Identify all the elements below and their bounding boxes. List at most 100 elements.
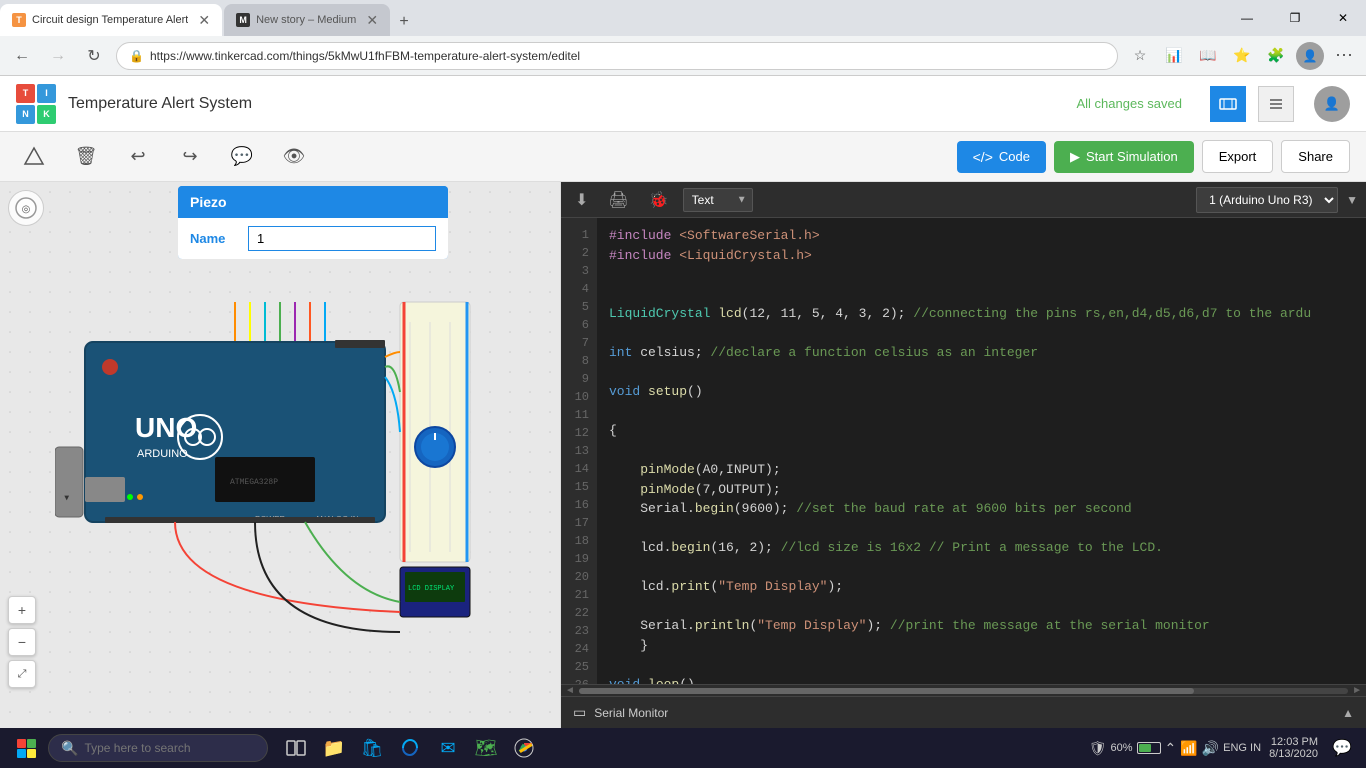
- close-button[interactable]: ✕: [1320, 2, 1366, 34]
- code-label: Code: [999, 149, 1030, 164]
- store-icon[interactable]: 🛍: [356, 732, 388, 764]
- serial-expand-icon[interactable]: ▲: [1342, 706, 1354, 720]
- export-label: Export: [1219, 149, 1257, 164]
- taskbar-search-input[interactable]: [84, 741, 255, 755]
- code-line-17: lcd.begin(16, 2); //lcd size is 16x2 // …: [609, 538, 1354, 558]
- notes-button[interactable]: 💬: [224, 139, 260, 175]
- compass-button[interactable]: ◎: [8, 190, 44, 226]
- code-hscrollbar[interactable]: ◄ ►: [561, 684, 1366, 696]
- media-icon[interactable]: 📊: [1160, 42, 1188, 70]
- chevron-up-icon[interactable]: ⌃: [1165, 740, 1177, 757]
- address-bar[interactable]: 🔒 https://www.tinkercad.com/things/5kMwU…: [116, 42, 1118, 70]
- notification-button[interactable]: 💬: [1326, 732, 1358, 764]
- start-button[interactable]: [8, 730, 44, 766]
- redo-button[interactable]: ↪: [172, 139, 208, 175]
- tab-medium[interactable]: M New story – Medium ✕: [224, 4, 390, 36]
- chrome-icon[interactable]: [508, 732, 540, 764]
- taskbar-search[interactable]: 🔍: [48, 734, 268, 762]
- bookmark-icon[interactable]: ☆: [1126, 42, 1154, 70]
- mail-icon[interactable]: ✉: [432, 732, 464, 764]
- circuit-view-button[interactable]: [1210, 86, 1246, 122]
- new-tab-button[interactable]: +: [390, 8, 418, 36]
- browser-chrome: T Circuit design Temperature Alert ✕ M N…: [0, 0, 1366, 36]
- debug-button[interactable]: 🐞: [643, 188, 675, 212]
- code-content[interactable]: #include <SoftwareSerial.h>#include <Liq…: [597, 218, 1366, 684]
- device-select[interactable]: 1 (Arduino Uno R3): [1196, 187, 1338, 213]
- maximize-button[interactable]: ❐: [1272, 2, 1318, 34]
- code-panel: ⬇ 🖨 🐞 Text Blocks 1 (Arduino Uno R3) ▼ 1…: [560, 182, 1366, 728]
- download-code-button[interactable]: ⬇: [569, 188, 594, 212]
- svg-text:ATMEGA328P: ATMEGA328P: [230, 478, 278, 487]
- zoom-in-button[interactable]: +: [8, 596, 36, 624]
- code-line-16: [609, 519, 1354, 539]
- edge-icon[interactable]: [394, 732, 426, 764]
- wifi-icon[interactable]: 📶: [1180, 740, 1197, 757]
- zoom-out-button[interactable]: −: [8, 628, 36, 656]
- share-button[interactable]: Share: [1281, 140, 1350, 173]
- tab-medium-close[interactable]: ✕: [366, 12, 378, 29]
- line-num-13: 13: [561, 442, 597, 460]
- code-toolbar: ⬇ 🖨 🐞 Text Blocks 1 (Arduino Uno R3) ▼: [561, 182, 1366, 218]
- code-line-18: [609, 558, 1354, 578]
- profile-button[interactable]: 👤: [1296, 42, 1324, 70]
- user-avatar[interactable]: 👤: [1314, 86, 1350, 122]
- code-line-10: [609, 402, 1354, 422]
- code-editor[interactable]: 1 2 3 4 5 6 7 8 9 10 11 12 13 14 15 16 1…: [561, 218, 1366, 684]
- code-line-13: pinMode(A0,INPUT);: [609, 460, 1354, 480]
- undo-button[interactable]: ↩: [120, 139, 156, 175]
- line-num-25: 25: [561, 658, 597, 676]
- line-num-26: 26: [561, 676, 597, 684]
- reload-button[interactable]: ↻: [80, 42, 108, 70]
- settings-icon[interactable]: ⋯: [1330, 42, 1358, 70]
- start-simulation-button[interactable]: ▶ Start Simulation: [1054, 141, 1194, 173]
- extensions-icon[interactable]: 🧩: [1262, 42, 1290, 70]
- app-title: Temperature Alert System: [68, 95, 1064, 113]
- code-button[interactable]: </> Code: [957, 141, 1046, 173]
- view-controls: + − ⤢: [8, 596, 36, 688]
- forward-button[interactable]: →: [44, 42, 72, 70]
- code-line-14: pinMode(7,OUTPUT);: [609, 480, 1354, 500]
- code-mode-dropdown[interactable]: Text Blocks: [683, 188, 753, 212]
- view-button[interactable]: 👁: [276, 139, 312, 175]
- scroll-left-arrow[interactable]: ◄: [565, 685, 575, 696]
- shapes-button[interactable]: [16, 139, 52, 175]
- tab-tinkercad[interactable]: T Circuit design Temperature Alert ✕: [0, 4, 222, 36]
- line-num-7: 7: [561, 334, 597, 352]
- task-view-button[interactable]: [280, 732, 312, 764]
- hscroll-thumb[interactable]: [579, 688, 1194, 694]
- tinkercad-logo: T I N K: [16, 84, 56, 124]
- list-view-button[interactable]: [1258, 86, 1294, 122]
- export-button[interactable]: Export: [1202, 140, 1274, 173]
- piezo-title: Piezo: [178, 186, 448, 218]
- shield-icon[interactable]: 🛡: [1089, 740, 1107, 757]
- device-dropdown-icon: ▼: [1346, 193, 1358, 207]
- scroll-right-arrow[interactable]: ►: [1352, 685, 1362, 696]
- piezo-name-input[interactable]: [248, 226, 436, 251]
- back-button[interactable]: ←: [8, 42, 36, 70]
- battery-pct: 60%: [1111, 742, 1133, 754]
- window-controls: — ❐ ✕: [1224, 2, 1366, 34]
- share-label: Share: [1298, 149, 1333, 164]
- line-num-23: 23: [561, 622, 597, 640]
- minimize-button[interactable]: —: [1224, 2, 1270, 34]
- delete-button[interactable]: 🗑: [68, 139, 104, 175]
- taskbar-time[interactable]: 12:03 PM 8/13/2020: [1269, 736, 1318, 760]
- immersive-reader-icon[interactable]: 📖: [1194, 42, 1222, 70]
- file-explorer-icon[interactable]: 📁: [318, 732, 350, 764]
- fit-button[interactable]: ⤢: [8, 660, 36, 688]
- print-code-button[interactable]: 🖨: [602, 188, 634, 212]
- maps-icon[interactable]: 🗺: [470, 732, 502, 764]
- code-line-7: int celsius; //declare a function celsiu…: [609, 343, 1354, 363]
- canvas-area[interactable]: Piezo Name: [0, 182, 560, 728]
- line-numbers: 1 2 3 4 5 6 7 8 9 10 11 12 13 14 15 16 1…: [561, 218, 597, 684]
- line-num-22: 22: [561, 604, 597, 622]
- taskbar-search-icon: 🔍: [61, 740, 78, 757]
- taskbar: 🔍 📁 🛍 ✉ 🗺 🛡 60% ⌃ 📶 🔊 E: [0, 728, 1366, 768]
- url-text: https://www.tinkercad.com/things/5kMwU1f…: [150, 49, 1105, 63]
- code-line-21: Serial.println("Temp Display"); //print …: [609, 616, 1354, 636]
- code-line-1: #include <SoftwareSerial.h>: [609, 226, 1354, 246]
- collection-icon[interactable]: ⭐: [1228, 42, 1256, 70]
- volume-icon[interactable]: 🔊: [1202, 740, 1219, 757]
- tab-tinkercad-close[interactable]: ✕: [198, 12, 210, 29]
- serial-monitor-bar[interactable]: ▭ Serial Monitor ▲: [561, 696, 1366, 728]
